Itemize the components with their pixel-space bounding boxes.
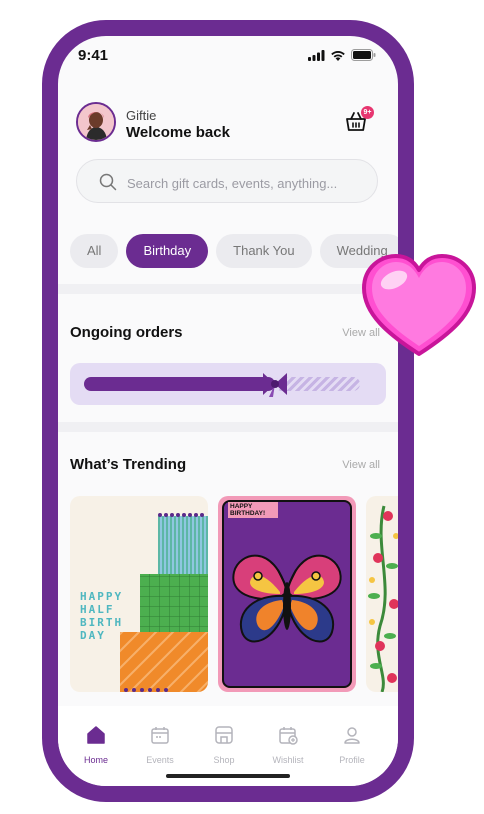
signal-icon (308, 49, 325, 61)
profile-icon (344, 727, 360, 744)
cart-button[interactable]: 9+ (344, 106, 374, 134)
status-icons (308, 49, 376, 61)
trending-carousel: HAPPY HALF BIRTH DAY HAPPY BIRTHDAY! (70, 496, 398, 692)
order-progress-card[interactable] (70, 363, 386, 405)
nav-home[interactable]: Home (66, 724, 126, 765)
nav-profile-label: Profile (339, 755, 365, 765)
chip-birthday[interactable]: Birthday (126, 234, 209, 268)
section-divider-2 (58, 422, 398, 432)
nav-wishlist[interactable]: Wishlist (258, 724, 318, 765)
orders-title: Ongoing orders (70, 324, 183, 341)
status-bar: 9:41 (58, 36, 398, 76)
order-progress-fill (84, 377, 276, 391)
calendar-icon (151, 727, 169, 744)
welcome-text: Welcome back (126, 124, 230, 141)
nav-shop-label: Shop (213, 755, 235, 765)
wifi-icon (331, 50, 345, 61)
trending-card-floral[interactable] (366, 496, 398, 692)
wishlist-icon (279, 727, 298, 745)
nav-wishlist-label: Wishlist (272, 755, 304, 765)
bottom-navigation: Home Events Shop Wishlist Profile (58, 706, 398, 786)
search-input[interactable] (125, 171, 369, 195)
home-indicator (166, 774, 290, 778)
half-birthday-card-text: HAPPY HALF BIRTH DAY (80, 590, 124, 642)
status-time: 9:41 (78, 47, 109, 64)
shop-icon (215, 726, 233, 744)
ribbon-bow-icon (263, 373, 288, 397)
order-progress-track (84, 373, 374, 397)
nav-events[interactable]: Events (130, 724, 190, 765)
app-screen: 9:41 Giftie Welcome back 9+ Search gift … (58, 36, 398, 786)
battery-icon (351, 49, 376, 61)
trending-title: What’s Trending (70, 456, 187, 473)
avatar-person-icon (78, 104, 114, 140)
heart-sticker-icon (362, 254, 476, 356)
butterfly-illustration (232, 554, 342, 643)
trending-view-all-link[interactable]: View all (342, 459, 380, 471)
chip-all[interactable]: All (70, 234, 119, 268)
butterfly-card-panel: HAPPY BIRTHDAY! (222, 500, 352, 688)
search-icon (99, 173, 117, 191)
home-icon (87, 726, 105, 744)
nav-profile[interactable]: Profile (322, 724, 382, 765)
floral-illustration (368, 505, 398, 692)
phone-frame: 9:41 Giftie Welcome back 9+ Search gift … (42, 20, 414, 802)
section-divider (58, 284, 398, 294)
cart-badge: 9+ (361, 106, 374, 119)
category-chips: All Birthday Thank You Wedding (70, 234, 398, 270)
trending-card-butterfly[interactable]: HAPPY BIRTHDAY! (218, 496, 356, 692)
app-name: Giftie (126, 108, 157, 123)
search-bar[interactable] (76, 159, 378, 203)
avatar[interactable] (76, 102, 116, 142)
trending-card-half-birthday[interactable]: HAPPY HALF BIRTH DAY (70, 496, 208, 692)
nav-home-label: Home (83, 755, 108, 765)
nav-events-label: Events (146, 755, 174, 765)
nav-shop[interactable]: Shop (194, 724, 254, 765)
chip-thank-you[interactable]: Thank You (216, 234, 312, 268)
